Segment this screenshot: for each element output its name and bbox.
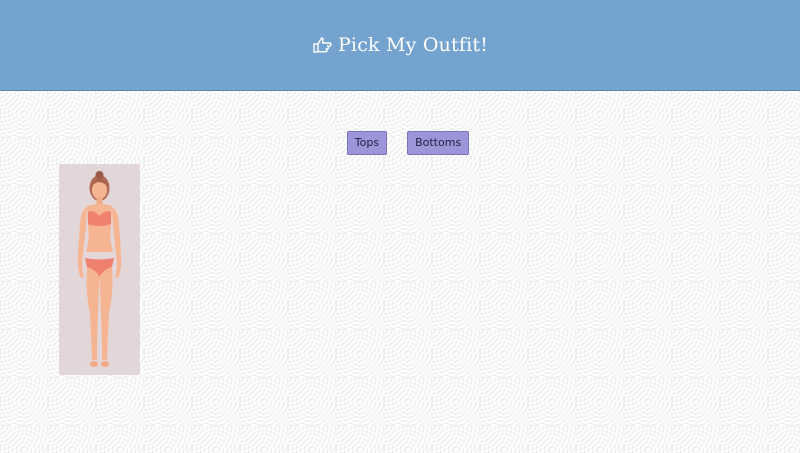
woman-figure-icon bbox=[77, 171, 122, 367]
pointing-hand-icon bbox=[312, 36, 332, 54]
page-header: Pick My Outfit! bbox=[0, 0, 800, 91]
title-container: Pick My Outfit! bbox=[312, 34, 488, 56]
page-title: Pick My Outfit! bbox=[337, 34, 489, 56]
tops-button[interactable]: Tops bbox=[346, 131, 388, 155]
category-buttons: Tops Bottoms bbox=[0, 131, 800, 155]
bottoms-button[interactable]: Bottoms bbox=[407, 131, 470, 155]
model-figure-card bbox=[59, 164, 140, 375]
